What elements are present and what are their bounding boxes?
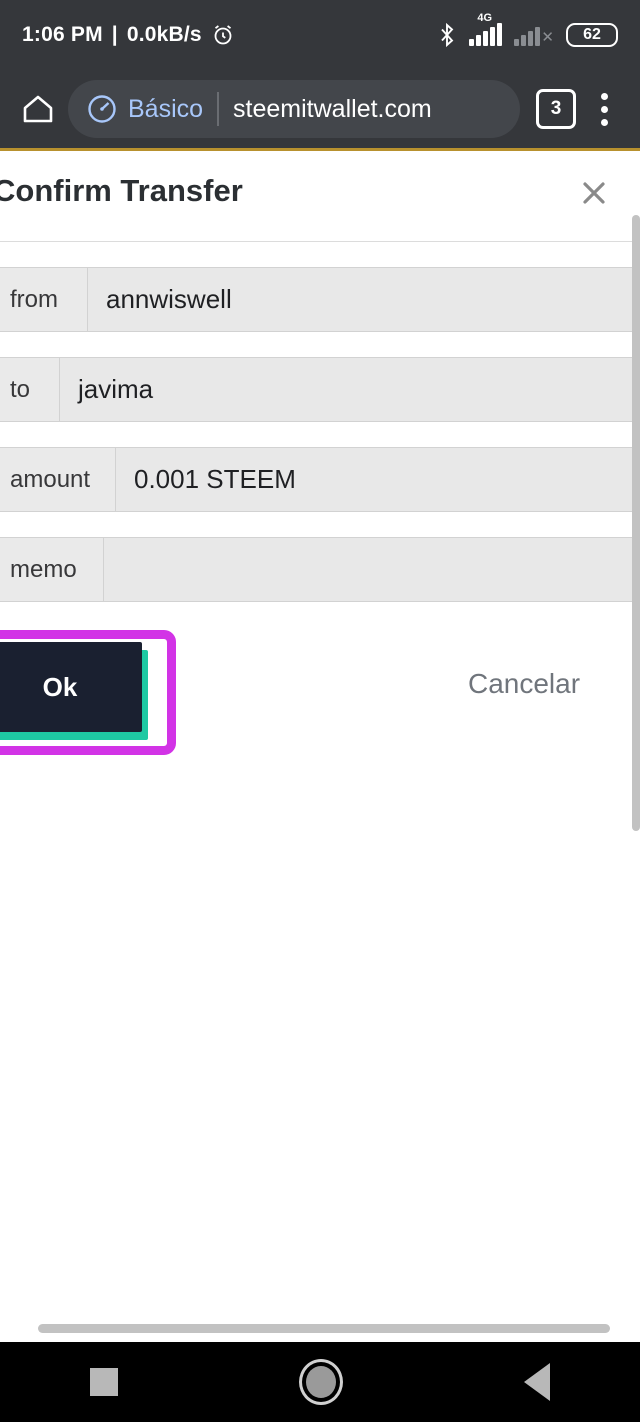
header-divider: [0, 241, 640, 242]
field-label-memo: memo: [0, 537, 104, 602]
cellular-signal-sim1: 4G: [469, 12, 503, 46]
table-row: from annwiswell: [0, 267, 640, 332]
dialog-actions: Ok Cancelar: [0, 620, 640, 800]
page-title: Confirm Transfer: [0, 173, 243, 208]
field-value-memo: [104, 537, 640, 602]
tab-counter-button[interactable]: 3: [536, 89, 576, 129]
web-page-content: Confirm Transfer from annwiswell to javi…: [0, 151, 640, 1341]
table-row: amount 0.001 STEEM: [0, 447, 640, 512]
android-navigation-bar: [0, 1342, 640, 1422]
url-bar[interactable]: Básico steemitwallet.com: [68, 80, 520, 138]
table-row: to javima: [0, 357, 640, 422]
alarm-clock-icon: [211, 23, 235, 47]
field-value-to: javima: [60, 357, 640, 422]
status-network-speed: 0.0kB/s: [126, 23, 202, 46]
no-service-x-icon: ✕: [541, 29, 554, 46]
overflow-menu-icon[interactable]: [586, 89, 622, 129]
field-value-amount: 0.001 STEEM: [116, 447, 640, 512]
speedometer-icon: [86, 93, 118, 125]
omnibox-divider: [217, 92, 220, 126]
network-type-label: 4G: [477, 12, 493, 24]
url-text: steemitwallet.com: [233, 94, 432, 123]
square-recents-icon[interactable]: [90, 1368, 119, 1396]
vertical-scrollbar[interactable]: [632, 215, 640, 831]
cancel-button[interactable]: Cancelar: [464, 668, 584, 700]
transfer-details-table: from annwiswell to javima amount 0.001 S…: [0, 267, 640, 602]
field-label-to: to: [0, 357, 60, 422]
triangle-back-icon[interactable]: [523, 1363, 550, 1401]
status-separator: |: [111, 23, 118, 46]
field-value-from: annwiswell: [88, 267, 640, 332]
battery-indicator: 62: [566, 23, 618, 47]
cellular-signal-sim2: ✕: [514, 24, 554, 46]
browser-mode-label: Básico: [128, 94, 204, 123]
table-row: memo: [0, 537, 640, 602]
close-icon[interactable]: [572, 171, 616, 215]
status-bar: 1:06 PM | 0.0kB/s 4G ✕ 62: [0, 0, 640, 70]
bluetooth-icon: [437, 22, 457, 48]
browser-toolbar: Básico steemitwallet.com 3: [0, 70, 640, 148]
status-bar-right: 4G ✕ 62: [437, 12, 618, 48]
field-label-from: from: [0, 267, 88, 332]
phone-screen: 1:06 PM | 0.0kB/s 4G ✕ 62 Básico steemit…: [0, 0, 640, 1422]
ok-button[interactable]: Ok: [0, 642, 142, 732]
home-icon[interactable]: [18, 89, 58, 129]
dialog-header: Confirm Transfer: [0, 151, 640, 241]
field-label-amount: amount: [0, 447, 116, 512]
status-bar-left: 1:06 PM | 0.0kB/s: [22, 23, 235, 47]
circle-home-icon[interactable]: [298, 1359, 343, 1405]
status-time: 1:06 PM: [22, 23, 103, 46]
horizontal-scrollbar[interactable]: [38, 1324, 610, 1333]
